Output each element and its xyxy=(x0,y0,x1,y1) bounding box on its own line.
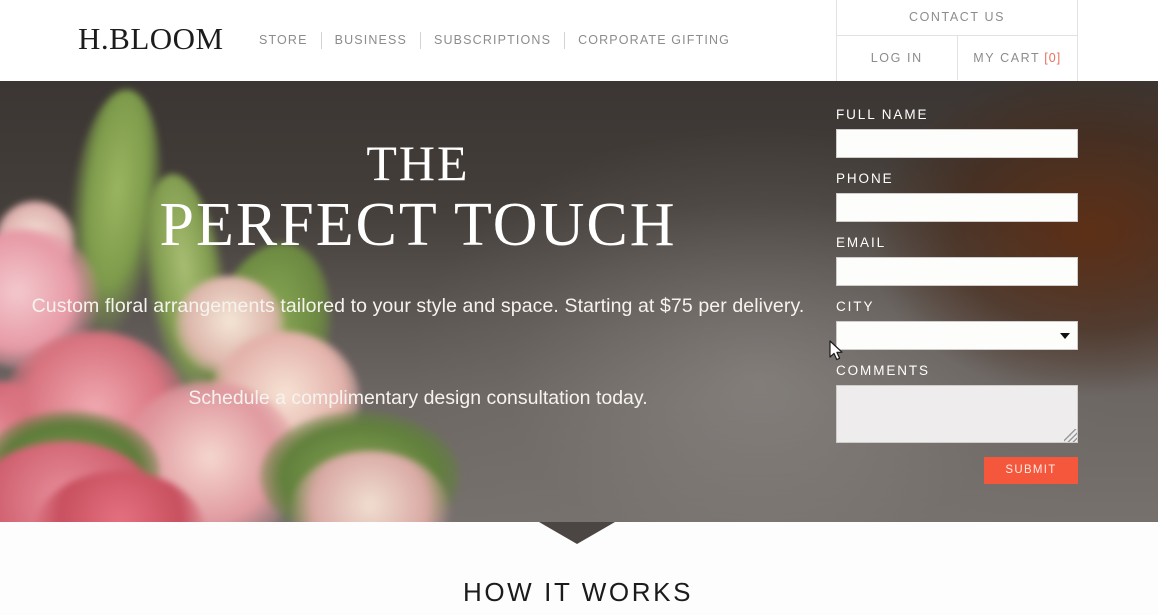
my-cart-label: MY CART xyxy=(973,51,1041,65)
site-logo[interactable]: H.BLOOM xyxy=(78,21,224,57)
comments-label: COMMENTS xyxy=(836,363,930,378)
hero-secondary-subtitle: Schedule a complimentary design consulta… xyxy=(188,387,648,409)
utility-row: LOG IN MY CART [0] xyxy=(837,36,1077,80)
phone-input[interactable] xyxy=(836,193,1078,222)
city-select[interactable] xyxy=(836,321,1078,350)
nav-item-store[interactable]: STORE xyxy=(259,30,321,50)
nav-item-subscriptions[interactable]: SUBSCRIPTIONS xyxy=(421,30,564,50)
utility-nav: CONTACT US LOG IN MY CART [0] xyxy=(836,0,1078,81)
hero-notch-triangle xyxy=(539,522,615,544)
log-in-link[interactable]: LOG IN xyxy=(837,36,957,80)
city-label: CITY xyxy=(836,299,875,314)
my-cart-link[interactable]: MY CART [0] xyxy=(956,36,1078,80)
submit-button[interactable]: SUBMIT xyxy=(984,457,1078,484)
full-name-label: FULL NAME xyxy=(836,107,929,122)
lead-capture-form: FULL NAME PHONE EMAIL CITY COMMENTS SUBM… xyxy=(836,106,1078,484)
email-label: EMAIL xyxy=(836,235,887,250)
hero-subtitle: Custom floral arrangements tailored to y… xyxy=(31,295,805,317)
city-select-wrapper[interactable] xyxy=(836,321,1078,350)
contact-us-link[interactable]: CONTACT US xyxy=(837,0,1077,36)
cart-count-badge: [0] xyxy=(1044,51,1062,65)
hero-banner: THE PERFECT TOUCH Custom floral arrangem… xyxy=(0,81,1170,522)
submit-row: SUBMIT xyxy=(836,457,1078,484)
main-navigation: STORE BUSINESS SUBSCRIPTIONS CORPORATE G… xyxy=(259,30,743,50)
nav-item-corporate-gifting[interactable]: CORPORATE GIFTING xyxy=(565,30,743,50)
site-header: H.BLOOM STORE BUSINESS SUBSCRIPTIONS COR… xyxy=(0,0,1170,81)
full-name-input[interactable] xyxy=(836,129,1078,158)
nav-item-business[interactable]: BUSINESS xyxy=(322,30,420,50)
phone-label: PHONE xyxy=(836,171,894,186)
page-root: H.BLOOM STORE BUSINESS SUBSCRIPTIONS COR… xyxy=(0,0,1170,615)
email-input[interactable] xyxy=(836,257,1078,286)
comments-wrapper xyxy=(836,385,1078,443)
comments-textarea[interactable] xyxy=(836,385,1078,443)
page-right-edge xyxy=(1158,0,1170,615)
how-it-works-title: HOW IT WORKS xyxy=(462,577,694,607)
